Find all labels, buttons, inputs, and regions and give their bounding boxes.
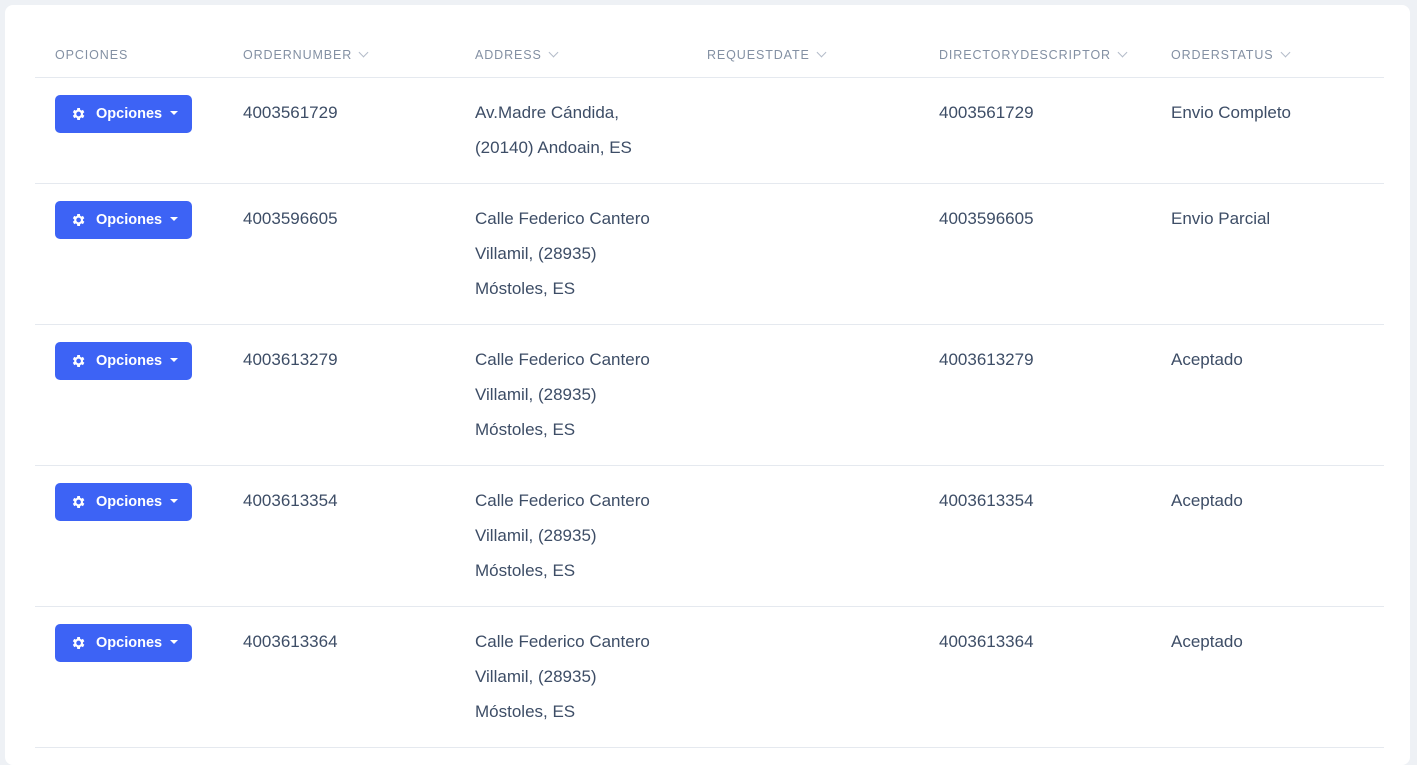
order-number-cell: 4003596605: [243, 209, 338, 228]
sort-chevron-icon[interactable]: [1117, 47, 1128, 58]
order-number-cell: 4003613354: [243, 491, 338, 510]
order-number-cell: 4003613364: [243, 632, 338, 651]
directory-descriptor-cell: 4003561729: [939, 103, 1034, 122]
address-cell: Calle Federico Cantero Villamil, (28935)…: [455, 325, 687, 447]
options-button[interactable]: Opciones: [55, 483, 192, 521]
caret-down-icon: [170, 217, 179, 221]
options-cell: Opciones: [35, 78, 223, 133]
column-header-ordernumber[interactable]: ORDERNUMBER: [223, 35, 455, 62]
address-line: Villamil, (28935): [475, 667, 597, 686]
order-status-cell: Envio Completo: [1171, 103, 1292, 122]
table-row: Opciones 4003613354 Calle Federico Cante…: [35, 466, 1384, 607]
options-button-label: Opciones: [96, 494, 163, 510]
table-row: Opciones 4003613279 Calle Federico Cante…: [35, 325, 1384, 466]
address-line: Móstoles, ES: [475, 279, 576, 298]
options-button[interactable]: Opciones: [55, 624, 192, 662]
sort-chevron-icon[interactable]: [358, 47, 369, 58]
column-header-label: OPCIONES: [55, 48, 129, 62]
table-row: Opciones 4003613364 Calle Federico Cante…: [35, 607, 1384, 748]
column-header-orderstatus[interactable]: ORDERSTATUS: [1151, 35, 1384, 62]
address-line: Calle Federico Cantero: [475, 632, 650, 651]
column-header-label: ORDERSTATUS: [1171, 48, 1274, 62]
table-row: Opciones 4003596605 Calle Federico Cante…: [35, 184, 1384, 325]
column-header-directorydescriptor[interactable]: DIRECTORYDESCRIPTOR: [919, 35, 1151, 62]
options-cell: Opciones: [35, 325, 223, 380]
address-cell: Av.Madre Cándida, (20140) Andoain, ES: [455, 78, 687, 165]
address-line: Móstoles, ES: [475, 561, 576, 580]
address-line: Villamil, (28935): [475, 385, 597, 404]
address-line: Calle Federico Cantero: [475, 350, 650, 369]
column-header-label: DIRECTORYDESCRIPTOR: [939, 48, 1111, 62]
address-line: Calle Federico Cantero: [475, 491, 650, 510]
order-number-cell: 4003613279: [243, 350, 338, 369]
directory-descriptor-cell: 4003596605: [939, 209, 1034, 228]
request-date-cell: [687, 607, 919, 624]
options-cell: Opciones: [35, 466, 223, 521]
directory-descriptor-cell: 4003613279: [939, 350, 1034, 369]
address-line: Villamil, (28935): [475, 244, 597, 263]
options-button[interactable]: Opciones: [55, 95, 192, 133]
sort-chevron-icon[interactable]: [816, 47, 827, 58]
address-cell: Calle Federico Cantero Villamil, (28935)…: [455, 466, 687, 588]
address-line: Móstoles, ES: [475, 702, 576, 721]
sort-chevron-icon[interactable]: [548, 47, 559, 58]
gear-icon: [72, 355, 85, 367]
directory-descriptor-cell: 4003613354: [939, 491, 1034, 510]
address-line: Av.Madre Cándida,: [475, 103, 619, 122]
gear-icon: [72, 214, 85, 226]
order-number-cell: 4003561729: [243, 103, 338, 122]
request-date-cell: [687, 466, 919, 483]
gear-icon: [72, 108, 85, 120]
request-date-cell: [687, 325, 919, 342]
order-status-cell: Envio Parcial: [1171, 209, 1271, 228]
orders-card: OPCIONES ORDERNUMBER ADDRESS REQUESTDATE…: [5, 5, 1410, 765]
column-header-opciones: OPCIONES: [35, 35, 223, 62]
address-cell: Calle Federico Cantero Villamil, (28935)…: [455, 184, 687, 306]
order-status-cell: Aceptado: [1171, 491, 1243, 510]
table-row: Opciones 4003561729 Av.Madre Cándida, (2…: [35, 78, 1384, 184]
options-button[interactable]: Opciones: [55, 201, 192, 239]
caret-down-icon: [170, 111, 179, 115]
options-cell: Opciones: [35, 607, 223, 662]
table-header: OPCIONES ORDERNUMBER ADDRESS REQUESTDATE…: [35, 35, 1384, 78]
caret-down-icon: [170, 358, 179, 362]
column-header-address[interactable]: ADDRESS: [455, 35, 687, 62]
gear-icon: [72, 637, 85, 649]
orders-table: OPCIONES ORDERNUMBER ADDRESS REQUESTDATE…: [35, 35, 1384, 748]
options-button-label: Opciones: [96, 212, 163, 228]
options-button-label: Opciones: [96, 353, 163, 369]
order-status-cell: Aceptado: [1171, 632, 1243, 651]
caret-down-icon: [170, 499, 179, 503]
options-button[interactable]: Opciones: [55, 342, 192, 380]
request-date-cell: [687, 184, 919, 201]
address-line: Villamil, (28935): [475, 526, 597, 545]
address-line: Móstoles, ES: [475, 420, 576, 439]
column-header-requestdate[interactable]: REQUESTDATE: [687, 35, 919, 62]
address-cell: Calle Federico Cantero Villamil, (28935)…: [455, 607, 687, 729]
address-line: Calle Federico Cantero: [475, 209, 650, 228]
request-date-cell: [687, 78, 919, 95]
directory-descriptor-cell: 4003613364: [939, 632, 1034, 651]
address-line: (20140) Andoain, ES: [475, 138, 632, 157]
options-button-label: Opciones: [96, 106, 163, 122]
caret-down-icon: [170, 640, 179, 644]
column-header-label: REQUESTDATE: [707, 48, 810, 62]
order-status-cell: Aceptado: [1171, 350, 1243, 369]
options-cell: Opciones: [35, 184, 223, 239]
column-header-label: ADDRESS: [475, 48, 542, 62]
column-header-label: ORDERNUMBER: [243, 48, 353, 62]
sort-chevron-icon[interactable]: [1280, 47, 1290, 58]
options-button-label: Opciones: [96, 635, 163, 651]
gear-icon: [72, 496, 85, 508]
